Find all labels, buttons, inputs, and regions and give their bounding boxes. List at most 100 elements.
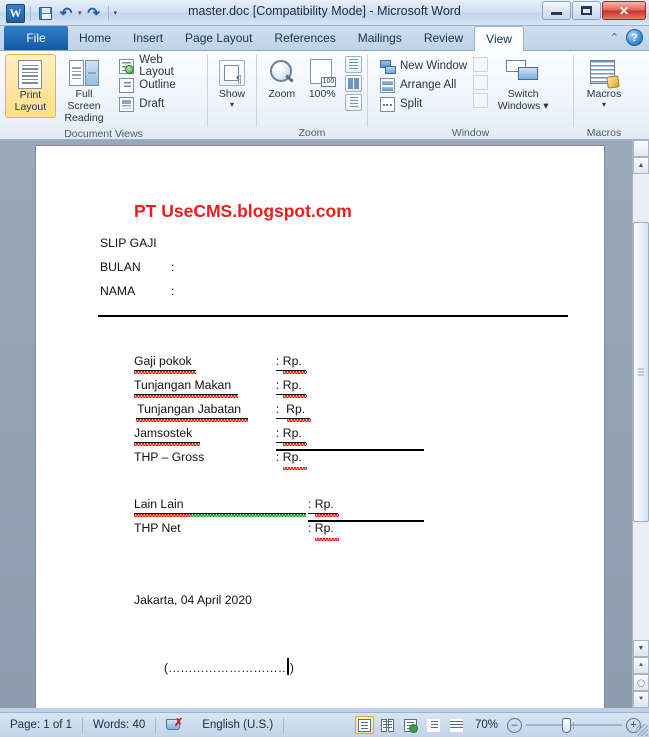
- zoom-label: Zoom: [268, 88, 296, 100]
- tab-insert[interactable]: Insert: [122, 26, 174, 50]
- tab-references[interactable]: References: [263, 26, 346, 50]
- print-layout-icon: [18, 58, 43, 90]
- arrange-all-button[interactable]: Arrange All: [376, 76, 471, 95]
- document-item-value-2: : Rp.: [276, 402, 306, 416]
- draft-button[interactable]: Draft: [115, 95, 202, 114]
- spellcheck-underline: [134, 371, 196, 374]
- group-label-show: [208, 125, 256, 140]
- view-side-by-side-button[interactable]: [473, 57, 489, 72]
- document-views-list: Web Layout Outline Draft: [112, 54, 202, 116]
- spellcheck-underline: [283, 443, 307, 446]
- spellcheck-underline: [136, 419, 248, 422]
- scroll-track[interactable]: [633, 174, 649, 640]
- tab-review[interactable]: Review: [413, 26, 474, 50]
- next-page-button[interactable]: ⯆: [633, 691, 649, 708]
- show-dropdown-caret-icon[interactable]: ▾: [230, 100, 234, 110]
- document-item-label-3: Jamsostek: [134, 426, 193, 440]
- outline-icon: [119, 77, 135, 93]
- status-view-full-screen-reading-button[interactable]: [378, 716, 397, 734]
- spellcheck-underline: [134, 395, 238, 398]
- show-icon: [219, 57, 245, 89]
- word-count[interactable]: Words: 40: [83, 713, 155, 737]
- draft-view-icon: [449, 718, 463, 732]
- document-nama-colon: :: [171, 284, 175, 298]
- ribbon-group-zoom: Zoom 100 100% Zoom: [257, 51, 367, 140]
- proofing-status-button[interactable]: ✗: [156, 713, 192, 737]
- zoom-level-label[interactable]: 70%: [470, 719, 503, 731]
- tab-view[interactable]: View: [474, 26, 524, 51]
- outline-button[interactable]: Outline: [115, 76, 202, 95]
- web-layout-view-icon: [403, 718, 418, 733]
- language-indicator[interactable]: English (U.S.): [192, 713, 283, 737]
- full-screen-reading-icon: [69, 57, 100, 89]
- minimize-button[interactable]: [542, 1, 571, 20]
- zoom-button[interactable]: Zoom: [262, 54, 302, 104]
- zoom-100-button[interactable]: 100 100%: [302, 54, 343, 104]
- show-button[interactable]: Show ▾: [213, 54, 251, 113]
- spellcheck-underline: [283, 467, 307, 470]
- group-label-document-views: Document Views: [64, 127, 143, 140]
- page-width-button[interactable]: [345, 94, 362, 111]
- previous-page-button[interactable]: ⯅: [633, 657, 649, 674]
- tab-home[interactable]: Home: [68, 26, 122, 50]
- page-indicator[interactable]: Page: 1 of 1: [0, 713, 82, 737]
- zoom-icon-buttons: [343, 54, 362, 111]
- zoom-out-button[interactable]: –: [507, 717, 522, 733]
- help-icon[interactable]: ?: [626, 29, 643, 46]
- close-button[interactable]: ✕: [602, 1, 646, 20]
- ribbon-group-window: New Window Arrange All Split Switch Wind…: [368, 51, 573, 140]
- scroll-thumb[interactable]: [633, 222, 649, 522]
- synchronous-scrolling-button[interactable]: [473, 75, 489, 90]
- status-view-web-layout-button[interactable]: [401, 716, 420, 734]
- one-page-button[interactable]: [345, 56, 362, 73]
- outline-view-icon: [426, 718, 440, 732]
- vertical-scrollbar[interactable]: ▲ ▼ ⯅ ◯ ⯆: [632, 140, 649, 708]
- new-window-icon: [380, 59, 396, 74]
- scroll-up-button[interactable]: ▲: [633, 157, 649, 174]
- spellcheck-underline: [315, 538, 339, 541]
- spellcheck-underline: [287, 419, 311, 422]
- full-screen-reading-label-1: Full Screen: [67, 88, 101, 112]
- status-view-draft-button[interactable]: [447, 716, 466, 734]
- collapse-ribbon-icon[interactable]: ⌃: [610, 31, 619, 44]
- zoom-slider[interactable]: [526, 717, 622, 733]
- switch-windows-button[interactable]: Switch Windows ▾: [492, 54, 554, 116]
- web-layout-icon: [119, 58, 135, 74]
- document-page[interactable]: PT UseCMS.blogspot.com SLIP GAJI BULAN :…: [36, 146, 604, 708]
- document-item-value-4: : Rp.: [276, 450, 302, 464]
- document-slip-gaji-label: SLIP GAJI: [100, 236, 157, 250]
- reset-window-position-button[interactable]: [473, 93, 489, 108]
- full-screen-reading-button[interactable]: Full Screen Reading: [56, 54, 113, 127]
- macros-dropdown-caret-icon[interactable]: ▾: [602, 100, 606, 110]
- window-icon-buttons: [471, 54, 492, 108]
- status-view-outline-button[interactable]: [424, 716, 443, 734]
- spellcheck-underline: [283, 371, 307, 374]
- web-layout-button[interactable]: Web Layout: [115, 54, 202, 78]
- minimize-icon: [551, 12, 562, 15]
- document-signature-line: (…………………………): [164, 661, 294, 675]
- split-window-handle[interactable]: [633, 140, 649, 157]
- macros-button[interactable]: Macros ▾: [579, 54, 629, 113]
- zoom-slider-thumb[interactable]: [562, 717, 571, 733]
- tab-mailings[interactable]: Mailings: [347, 26, 413, 50]
- select-browse-object-button[interactable]: ◯: [633, 674, 649, 691]
- document-item2-label-0: Lain Lain: [134, 497, 184, 511]
- print-layout-button[interactable]: Print Layout: [5, 54, 56, 118]
- full-screen-reading-label-2: Reading: [64, 111, 104, 124]
- new-window-button[interactable]: New Window: [376, 57, 471, 76]
- divider: [283, 717, 285, 733]
- scroll-down-button[interactable]: ▼: [633, 640, 649, 657]
- status-view-print-layout-button[interactable]: [354, 716, 374, 734]
- document-nama-label: NAMA: [100, 284, 136, 298]
- tab-file[interactable]: File: [4, 26, 68, 50]
- document-horizontal-rule-top: [98, 315, 568, 317]
- ribbon: Print Layout Full Screen Reading Web Lay…: [0, 51, 649, 140]
- two-pages-button[interactable]: [345, 75, 362, 92]
- tab-page-layout[interactable]: Page Layout: [174, 26, 263, 50]
- zoom-magnifier-icon: [267, 57, 297, 89]
- switch-windows-icon: [506, 57, 540, 89]
- resize-grip-icon[interactable]: [636, 724, 648, 736]
- split-button[interactable]: Split: [376, 95, 471, 114]
- maximize-button[interactable]: [572, 1, 601, 20]
- switch-windows-label-1: Switch: [507, 88, 539, 100]
